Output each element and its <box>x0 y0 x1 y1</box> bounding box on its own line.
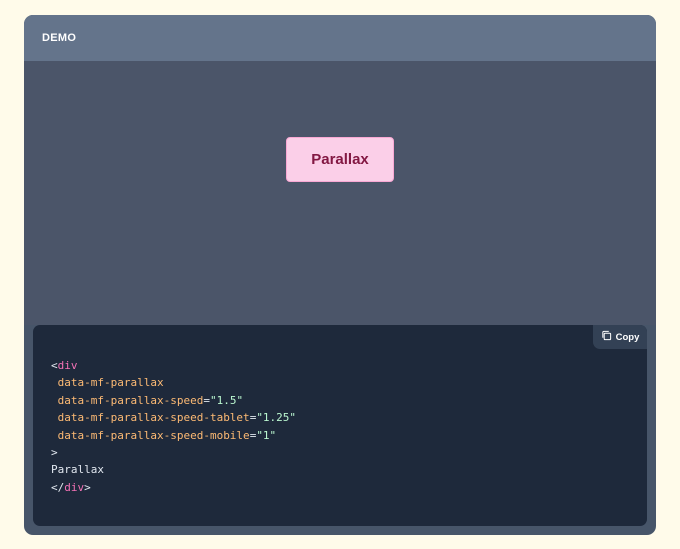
code-close-tag-end: > <box>84 480 91 494</box>
code-content: Parallax <box>51 463 104 477</box>
code-attr-value: "1.5" <box>209 393 244 407</box>
code-tag-name: div <box>57 359 78 372</box>
code-attr: data-mf-parallax-speed-mobile <box>57 428 250 442</box>
demo-card: DEMO Parallax Copy <div data-mf-parallax… <box>24 15 656 535</box>
card-header: DEMO <box>24 15 656 61</box>
code-open-tag-end: > <box>51 446 58 460</box>
code-panel: Copy <div data-mf-parallax data-mf-paral… <box>33 325 647 526</box>
code-attr: data-mf-parallax-speed <box>57 393 204 407</box>
code-equals: = <box>203 393 210 407</box>
code-attr-value: "1.25" <box>256 411 297 425</box>
card-title: DEMO <box>42 32 77 44</box>
code-attr: data-mf-parallax <box>57 376 164 390</box>
copy-button[interactable]: Copy <box>593 325 647 349</box>
code-attr: data-mf-parallax-speed-tablet <box>57 411 250 425</box>
demo-stage: Parallax <box>24 61 656 325</box>
copy-label: Copy <box>615 331 640 343</box>
code-open-bracket: < <box>51 359 58 372</box>
copy-icon <box>601 330 612 344</box>
code-attr-value: "1" <box>256 428 277 442</box>
code-close-tag-name: div <box>64 480 85 494</box>
code-block: <div data-mf-parallax data-mf-parallax-s… <box>51 357 296 496</box>
code-close-bracket: </ <box>51 480 65 494</box>
parallax-demo-box: Parallax <box>286 137 394 182</box>
